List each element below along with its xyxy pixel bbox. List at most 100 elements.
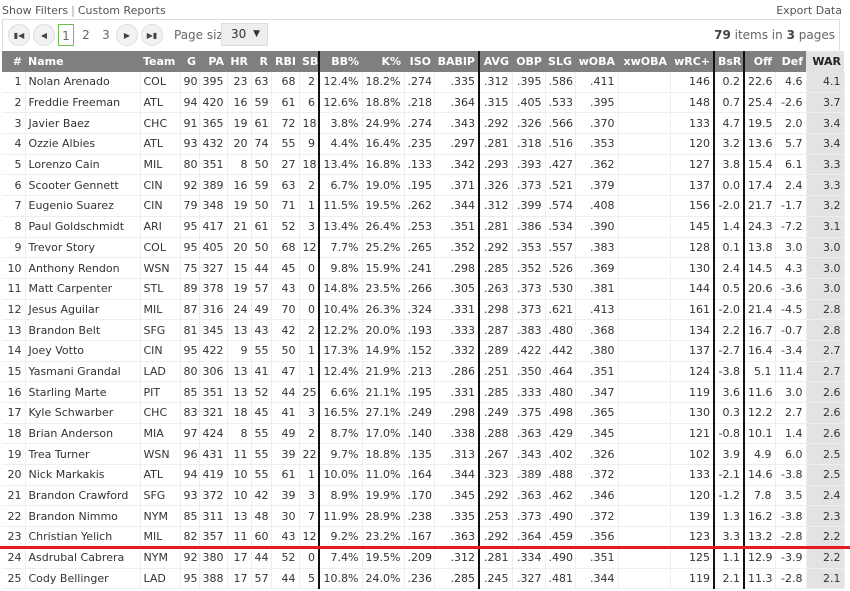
column-header-team[interactable]: Team bbox=[140, 51, 180, 72]
column-header-sb[interactable]: SB bbox=[299, 51, 320, 72]
cell-name[interactable]: Cody Bellinger bbox=[25, 568, 141, 590]
table-row: 24 Asdrubal Cabrera NYM 92 380 17 44 52 0 7.4% 19.… bbox=[2, 547, 845, 569]
cell-team[interactable]: STL bbox=[140, 278, 181, 300]
cell-team[interactable]: SFG bbox=[140, 319, 181, 341]
cell-name[interactable]: Brandon Nimmo bbox=[25, 505, 141, 528]
prev-page-icon[interactable]: ◀ bbox=[33, 24, 55, 46]
cell-team[interactable]: NYM bbox=[140, 505, 181, 528]
cell-hr: 9 bbox=[227, 340, 252, 362]
export-data-link[interactable]: Export Data bbox=[776, 4, 842, 17]
cell-team[interactable]: COL bbox=[140, 72, 181, 93]
column-header-avg[interactable]: AVG bbox=[479, 51, 512, 72]
first-page-icon[interactable]: ▮◀ bbox=[8, 24, 30, 46]
cell-name[interactable]: Joey Votto bbox=[25, 340, 141, 362]
cell-war: 2.7 bbox=[806, 361, 845, 383]
column-header-r[interactable]: R bbox=[251, 51, 271, 72]
cell-team[interactable]: SFG bbox=[140, 485, 181, 507]
cell-team[interactable]: COL bbox=[140, 237, 181, 259]
cell-team[interactable]: WSN bbox=[140, 443, 181, 466]
column-header-pa[interactable]: PA bbox=[199, 51, 227, 72]
cell-rbi: 44 bbox=[271, 568, 300, 590]
cell-slg: .429 bbox=[545, 423, 576, 445]
cell-off: 13.6 bbox=[744, 133, 776, 155]
cell-babip: .286 bbox=[434, 361, 480, 383]
cell-name[interactable]: Lorenzo Cain bbox=[25, 154, 141, 176]
column-header-xwoba[interactable]: xwOBA bbox=[618, 51, 670, 72]
cell-name[interactable]: Nick Markakis bbox=[25, 464, 141, 486]
cell-name[interactable]: Christian Yelich bbox=[25, 526, 141, 548]
cell-team[interactable]: ARI bbox=[140, 216, 181, 238]
page-3[interactable]: 3 bbox=[99, 24, 113, 46]
cell-name[interactable]: Freddie Freeman bbox=[25, 92, 141, 114]
cell-team[interactable]: ATL bbox=[140, 92, 181, 114]
cell-name[interactable]: Trea Turner bbox=[25, 443, 141, 466]
cell-team[interactable]: CIN bbox=[140, 174, 181, 197]
column-header-hr[interactable]: HR bbox=[227, 51, 251, 72]
cell-rank: 5 bbox=[2, 154, 26, 176]
column-header-rbi[interactable]: RBI bbox=[271, 51, 299, 72]
cell-team[interactable]: MIL bbox=[140, 154, 181, 176]
cell-name[interactable]: Yasmani Grandal bbox=[25, 361, 141, 383]
column-header-name[interactable]: Name bbox=[25, 51, 140, 72]
cell-name[interactable]: Ozzie Albies bbox=[25, 133, 141, 155]
column-header-g[interactable]: G bbox=[180, 51, 199, 72]
custom-reports-link[interactable]: Custom Reports bbox=[78, 4, 166, 17]
cell-name[interactable]: Brandon Belt bbox=[25, 319, 141, 341]
cell-team[interactable]: ATL bbox=[140, 464, 181, 486]
column-header-rank[interactable]: # bbox=[2, 51, 25, 72]
cell-team[interactable]: CHC bbox=[140, 402, 181, 424]
page-size-select[interactable]: 30 ▼ bbox=[221, 23, 268, 46]
cell-name[interactable]: Nolan Arenado bbox=[25, 72, 141, 93]
cell-name[interactable]: Brandon Crawford bbox=[25, 485, 141, 507]
cell-team[interactable]: CIN bbox=[140, 340, 181, 362]
cell-name[interactable]: Jesus Aguilar bbox=[25, 299, 141, 321]
cell-name[interactable]: Anthony Rendon bbox=[25, 257, 141, 279]
cell-team[interactable]: LAD bbox=[140, 361, 181, 383]
cell-name[interactable]: Kyle Schwarber bbox=[25, 402, 141, 424]
cell-bsr: -2.1 bbox=[714, 464, 745, 486]
column-header-bb-pct[interactable]: BB% bbox=[319, 51, 362, 72]
next-page-icon[interactable]: ▶ bbox=[116, 24, 138, 46]
cell-name[interactable]: Trevor Story bbox=[25, 237, 141, 259]
last-page-icon[interactable]: ▶▮ bbox=[141, 24, 163, 46]
cell-team[interactable]: MIL bbox=[140, 526, 181, 548]
cell-name[interactable]: Paul Goldschmidt bbox=[25, 216, 141, 238]
column-header-iso[interactable]: ISO bbox=[404, 51, 434, 72]
column-header-babip[interactable]: BABIP bbox=[434, 51, 480, 72]
column-header-off[interactable]: Off bbox=[744, 51, 775, 72]
column-header-k-pct[interactable]: K% bbox=[362, 51, 404, 72]
cell-team[interactable]: CHC bbox=[140, 112, 181, 135]
cell-team[interactable]: LAD bbox=[140, 568, 181, 590]
cell-team[interactable]: ATL bbox=[140, 133, 181, 155]
page-2[interactable]: 2 bbox=[79, 24, 93, 46]
column-header-obp[interactable]: OBP bbox=[512, 51, 545, 72]
cell-team[interactable]: WSN bbox=[140, 257, 181, 279]
column-header-bsr[interactable]: BsR bbox=[714, 51, 745, 72]
cell-pa: 306 bbox=[199, 361, 228, 383]
cell-team[interactable]: NYM bbox=[140, 547, 181, 569]
cell-name[interactable]: Asdrubal Cabrera bbox=[25, 547, 141, 569]
cell-team[interactable]: MIA bbox=[140, 423, 181, 445]
cell-name[interactable]: Matt Carpenter bbox=[25, 278, 141, 300]
column-header-def[interactable]: Def bbox=[775, 51, 806, 72]
cell-rank: 19 bbox=[2, 443, 26, 466]
cell-team[interactable]: CIN bbox=[140, 195, 181, 217]
page-1[interactable]: 1 bbox=[58, 24, 74, 46]
cell-name[interactable]: Scooter Gennett bbox=[25, 174, 141, 197]
cell-team[interactable]: PIT bbox=[140, 381, 181, 403]
cell-name[interactable]: Eugenio Suarez bbox=[25, 195, 141, 217]
cell-team[interactable]: MIL bbox=[140, 299, 181, 321]
cell-name[interactable]: Starling Marte bbox=[25, 381, 141, 403]
cell-sb: 9 bbox=[299, 133, 320, 155]
cell-name[interactable]: Brian Anderson bbox=[25, 423, 141, 445]
cell-name[interactable]: Javier Baez bbox=[25, 112, 141, 135]
cell-bsr: -3.8 bbox=[714, 361, 745, 383]
cell-slg: .521 bbox=[545, 174, 576, 197]
column-header-wrc-plus[interactable]: wRC+ bbox=[670, 51, 715, 72]
show-filters-link[interactable]: Show Filters bbox=[2, 4, 68, 17]
cell-war: 2.2 bbox=[806, 547, 845, 569]
column-header-slg[interactable]: SLG bbox=[545, 51, 575, 72]
cell-slg: .586 bbox=[545, 72, 576, 93]
column-header-war[interactable]: WAR bbox=[806, 51, 844, 72]
column-header-woba[interactable]: wOBA bbox=[575, 51, 618, 72]
